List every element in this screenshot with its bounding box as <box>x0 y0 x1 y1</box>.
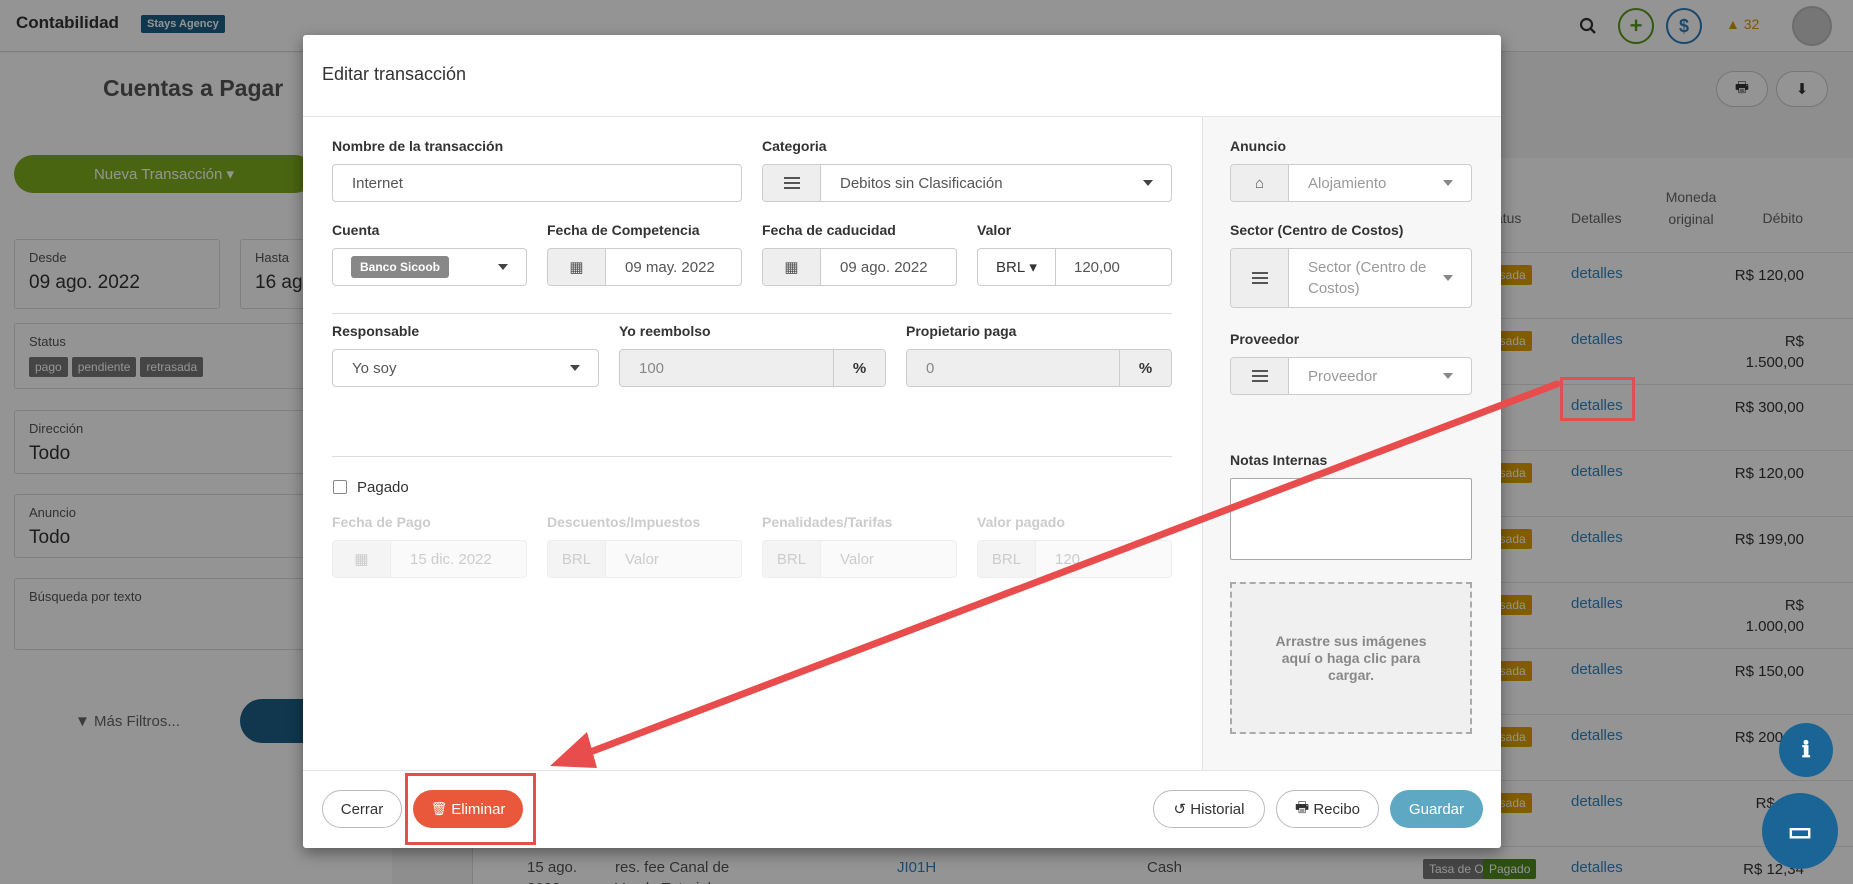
chat-button[interactable]: ▭ <box>1762 793 1838 869</box>
chat-icon: ▭ <box>1787 815 1813 846</box>
info-button[interactable]: ℹ <box>1779 723 1833 777</box>
info-icon: ℹ <box>1801 737 1811 762</box>
annotation-arrow <box>550 380 1561 768</box>
